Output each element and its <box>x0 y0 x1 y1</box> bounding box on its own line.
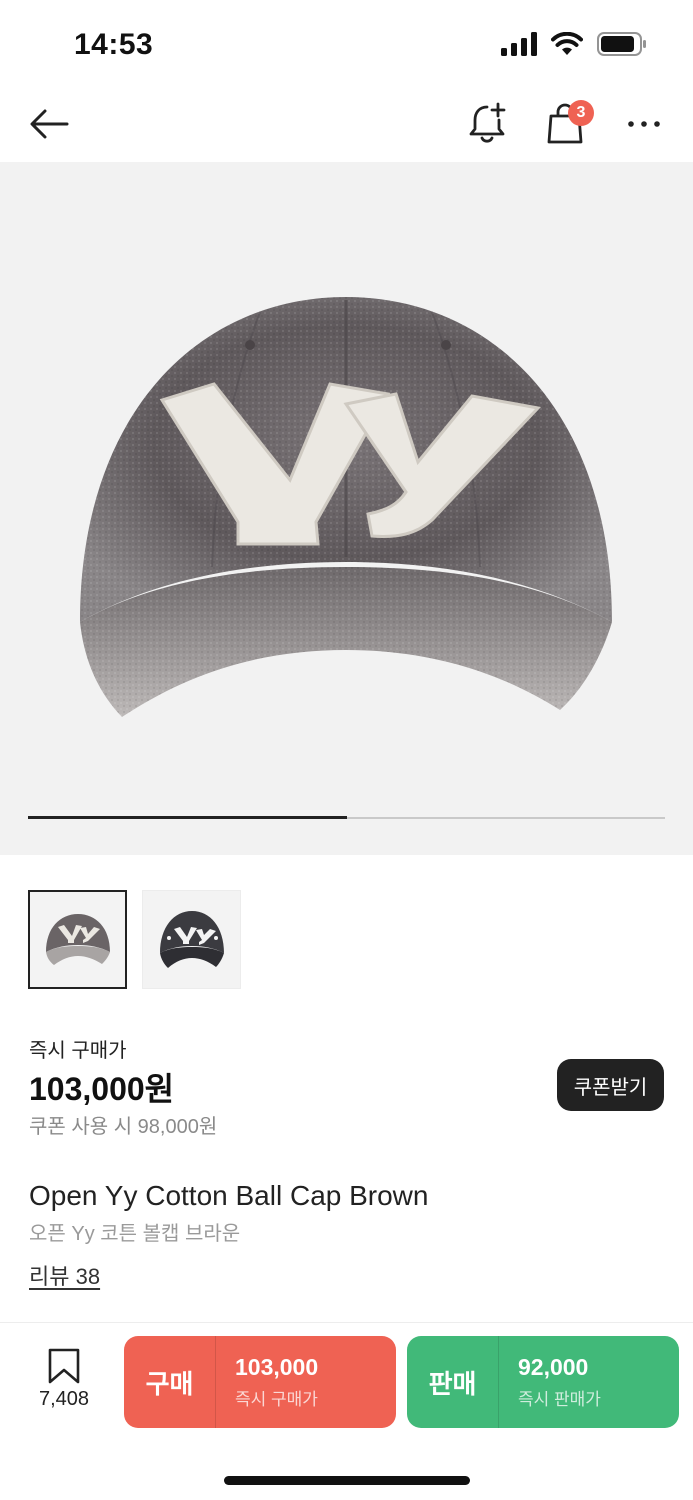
cart-count-badge: 3 <box>568 100 594 126</box>
thumbnail-list <box>28 890 241 989</box>
coupon-price: 쿠폰 사용 시 98,000원 <box>29 1116 218 1138</box>
more-horizontal-icon <box>628 121 660 127</box>
get-coupon-button[interactable]: 쿠폰받기 <box>557 1059 664 1111</box>
product-title-korean: 오픈 Yy 코튼 볼캡 브라운 <box>29 1223 241 1245</box>
review-link[interactable]: 리뷰 38 <box>29 1259 100 1291</box>
status-bar: 14:53 <box>0 0 693 86</box>
buy-sub-label: 즉시 구매가 <box>235 1390 318 1409</box>
top-nav: 3 <box>0 86 693 162</box>
thumbnail-image <box>159 910 224 968</box>
cellular-signal-icon <box>501 32 537 56</box>
thumbnail-image <box>45 913 110 965</box>
product-photo <box>80 297 612 717</box>
sell-button[interactable]: 판매 92,000 즉시 판매가 <box>407 1336 679 1428</box>
home-indicator <box>224 1476 470 1485</box>
sell-label: 판매 <box>407 1336 499 1428</box>
bell-plus-icon <box>469 102 506 143</box>
notification-button[interactable] <box>464 98 510 148</box>
carousel-progress-fill <box>28 816 347 819</box>
price-label: 즉시 구매가 <box>29 1040 127 1062</box>
product-title: Open Yy Cotton Ball Cap Brown <box>29 1180 429 1211</box>
status-icons <box>501 32 647 56</box>
more-options-button[interactable] <box>622 104 666 144</box>
buy-info: 103,000 즉시 구매가 <box>216 1354 318 1410</box>
thumbnail-washed-gray[interactable] <box>28 890 127 989</box>
bottom-bar-divider <box>0 1322 693 1323</box>
carousel-progress <box>28 816 665 819</box>
product-image-carousel[interactable] <box>0 162 693 855</box>
buy-label: 구매 <box>124 1336 216 1428</box>
shopping-bag-button[interactable]: 3 <box>542 96 594 148</box>
status-time: 14:53 <box>74 28 154 61</box>
battery-icon <box>597 32 646 56</box>
bookmark-icon <box>48 1348 80 1384</box>
buy-button[interactable]: 구매 103,000 즉시 구매가 <box>124 1336 396 1428</box>
buy-price: 103,000 <box>235 1354 319 1380</box>
wishlist-count: 7,408 <box>38 1388 90 1410</box>
arrow-left-icon <box>30 109 69 139</box>
sell-sub-label: 즉시 판매가 <box>518 1390 601 1409</box>
instant-buy-price: 103,000원 <box>29 1071 175 1107</box>
wifi-icon <box>551 32 583 55</box>
sell-info: 92,000 즉시 판매가 <box>499 1354 601 1410</box>
wishlist-button[interactable]: 7,408 <box>28 1348 100 1418</box>
thumbnail-charcoal[interactable] <box>142 890 241 989</box>
back-button[interactable] <box>26 102 72 146</box>
sell-price: 92,000 <box>518 1354 589 1380</box>
